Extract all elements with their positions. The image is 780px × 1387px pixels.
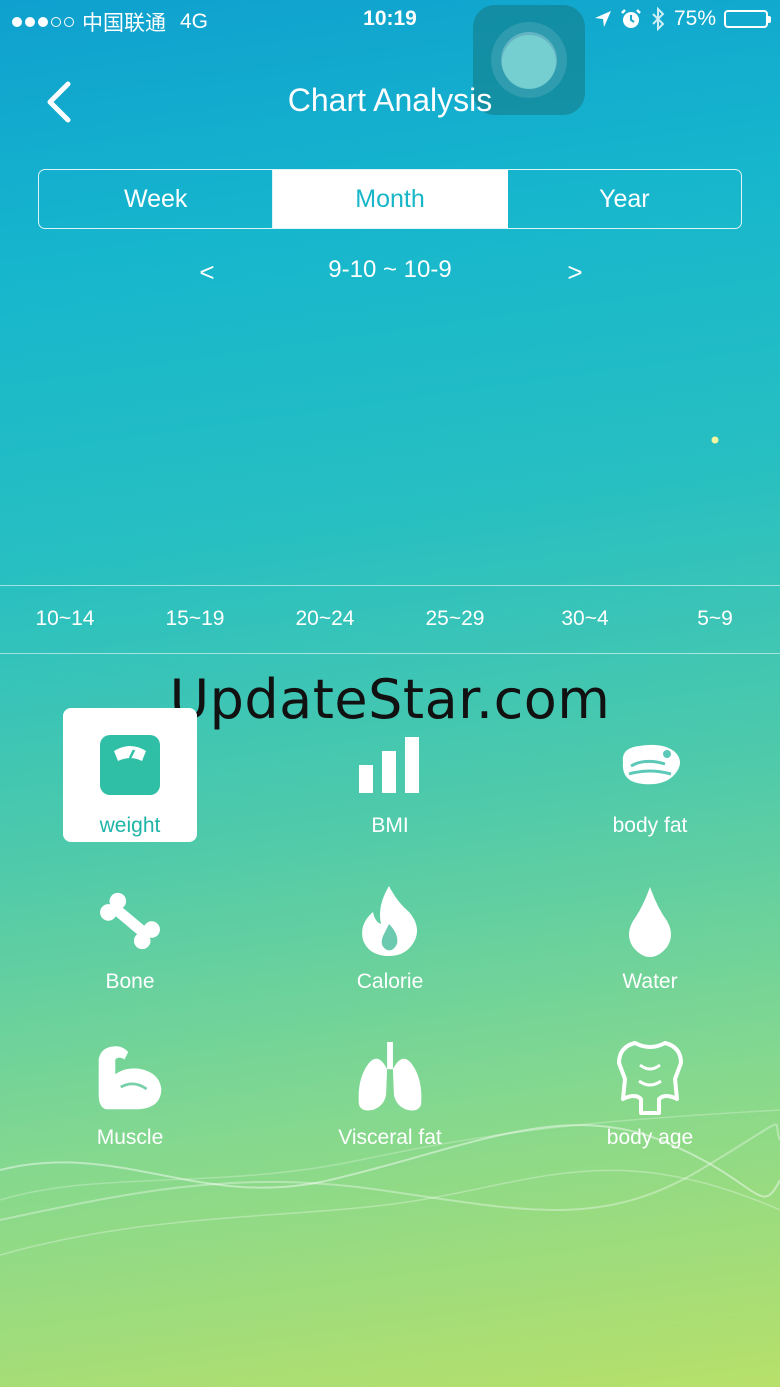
page-title: Chart Analysis <box>287 82 493 118</box>
metric-label: BMI <box>371 814 409 837</box>
bluetooth-icon <box>652 7 665 31</box>
flame-icon <box>355 886 425 956</box>
metric-bmi-button[interactable]: BMI <box>323 708 457 842</box>
status-right: 75% <box>594 7 771 31</box>
x-tick-label: 10~14 <box>35 607 95 630</box>
tab-week[interactable]: Week <box>39 170 274 228</box>
battery-icon <box>724 10 771 28</box>
bar-chart-icon-graphic <box>359 737 419 793</box>
chart-plot <box>711 436 719 444</box>
status-bar: 中国联通 4G 10:19 75% <box>0 0 780 40</box>
water-drop-icon <box>615 886 685 957</box>
meat-icon-graphic <box>622 744 680 785</box>
metric-body-fat-button[interactable]: body fat <box>583 708 717 842</box>
tab-year[interactable]: Year <box>508 170 741 228</box>
alarm-icon <box>621 9 641 28</box>
axis-line-top <box>0 585 780 586</box>
tab-month[interactable]: Month <box>273 170 508 228</box>
metric-water-button[interactable]: Water <box>583 864 717 998</box>
location-arrow-icon <box>594 11 611 27</box>
x-tick-label: 5~9 <box>697 607 733 630</box>
bone-icon-graphic <box>100 892 160 950</box>
date-range-label: 9-10 ~ 10-9 <box>328 256 452 283</box>
next-range-button[interactable]: > <box>560 257 590 288</box>
decorative-waves <box>0 1109 780 1256</box>
water-drop-icon-graphic <box>629 887 671 957</box>
battery-percent: 75% <box>673 7 716 30</box>
metric-label: body fat <box>612 814 688 837</box>
metric-weight-button[interactable]: weight <box>63 708 197 842</box>
metric-label: Bone <box>105 970 155 993</box>
assistive-touch-dot <box>502 35 556 89</box>
axis-line-bottom <box>0 653 780 654</box>
metric-bone-button[interactable]: Bone <box>63 864 197 998</box>
scale-icon <box>95 730 165 800</box>
weight-chart: 10~14 15~19 20~24 25~29 30~4 5~9 <box>0 300 780 660</box>
data-point <box>711 436 719 444</box>
x-tick-label: 20~24 <box>295 607 355 630</box>
period-segmented-control: Week Month Year <box>38 169 742 229</box>
flame-icon-graphic <box>362 886 417 956</box>
metric-label: weight <box>99 814 161 837</box>
x-tick-label: 30~4 <box>561 607 609 630</box>
x-tick-label: 25~29 <box>425 607 485 630</box>
metric-label: Water <box>622 970 678 993</box>
metric-label: Calorie <box>356 970 424 993</box>
bone-icon <box>95 886 165 956</box>
x-tick-label: 15~19 <box>165 607 225 630</box>
scale-icon-graphic <box>100 735 160 795</box>
meat-icon <box>615 730 685 800</box>
bar-chart-icon <box>355 730 425 800</box>
metric-calorie-button[interactable]: Calorie <box>323 864 457 998</box>
